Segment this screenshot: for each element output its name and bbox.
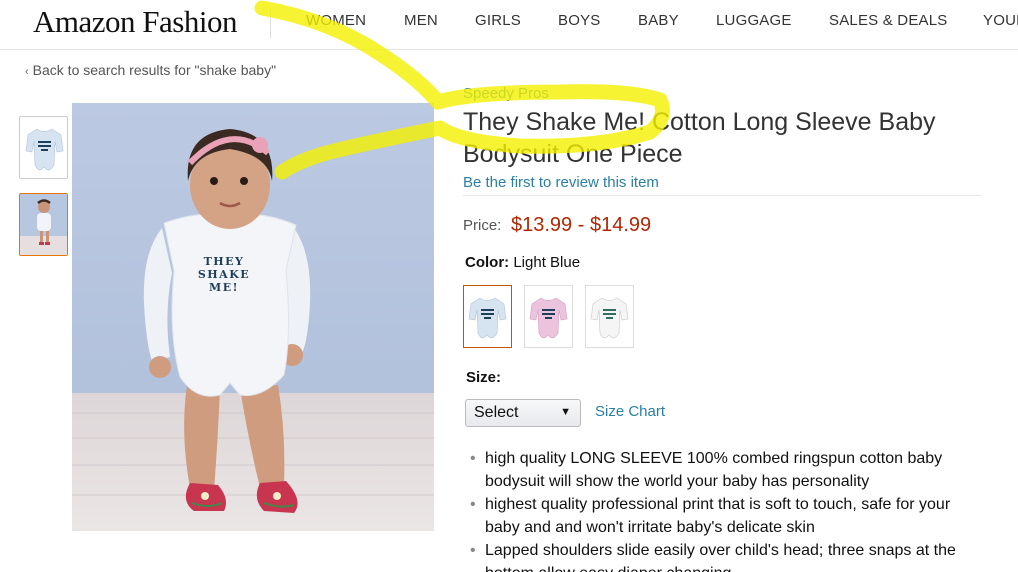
nav-your[interactable]: YOUR — [983, 12, 1018, 29]
onesie-swatch-white — [590, 297, 629, 339]
size-dropdown[interactable]: Select ▼ — [465, 399, 581, 427]
feature-bullets: high quality LONG SLEEVE 100% combed rin… — [470, 447, 980, 572]
product-title: They Shake Me! Cotton Long Sleeve Baby B… — [463, 108, 936, 168]
size-chart-link[interactable]: Size Chart — [595, 403, 665, 420]
nav-luggage[interactable]: LUGGAGE — [716, 12, 792, 29]
baby-in-onesie-photo — [72, 103, 434, 531]
size-dropdown-value: Select — [474, 404, 519, 421]
back-link-text: Back to search results for "shake baby" — [32, 62, 277, 78]
swatch-light-blue[interactable] — [463, 285, 512, 348]
feature-bullet: Lapped shoulders slide easily over child… — [470, 539, 980, 572]
top-nav-bar: Amazon Fashion WOMEN MEN GIRLS BOYS BABY… — [0, 0, 1018, 50]
brand-link[interactable]: Speedy Pros — [463, 85, 549, 102]
swatch-pink[interactable] — [524, 285, 573, 348]
price-value: $13.99 - $14.99 — [511, 214, 652, 236]
swatch-white[interactable] — [585, 285, 634, 348]
logo-divider — [270, 8, 271, 38]
thumbnail-baby-photo[interactable] — [19, 193, 68, 256]
chevron-left-icon: ‹ — [25, 66, 29, 78]
feature-bullet: high quality LONG SLEEVE 100% combed rin… — [470, 447, 980, 493]
price-label: Price: — [463, 217, 502, 234]
color-label: Color: — [465, 254, 510, 271]
amazon-fashion-logo[interactable]: Amazon Fashion — [33, 4, 237, 40]
nav-baby[interactable]: BABY — [638, 12, 679, 29]
baby-photo-thumbnail-image — [20, 194, 67, 255]
nav-men[interactable]: MEN — [404, 12, 438, 29]
shirt-print-text: THEY SHAKE ME! — [197, 255, 251, 294]
onesie-swatch-pink — [529, 297, 568, 339]
caret-down-icon: ▼ — [560, 406, 571, 418]
onesie-swatch-light-blue — [468, 297, 507, 339]
color-value: Light Blue — [513, 254, 581, 271]
nav-girls[interactable]: GIRLS — [475, 12, 521, 29]
color-selection-label: Color: Light Blue — [465, 254, 580, 271]
review-link[interactable]: Be the first to review this item — [463, 174, 659, 191]
nav-sales-deals[interactable]: SALES & DEALS — [829, 12, 948, 29]
nav-women[interactable]: WOMEN — [306, 12, 366, 29]
size-label: Size: — [466, 369, 502, 386]
divider — [463, 195, 981, 196]
onesie-thumbnail-image — [25, 128, 64, 171]
thumbnail-onesie[interactable] — [19, 116, 68, 179]
nav-boys[interactable]: BOYS — [558, 12, 600, 29]
feature-bullet: highest quality professional print that … — [470, 493, 980, 539]
main-product-image[interactable]: THEY SHAKE ME! — [72, 103, 434, 531]
back-to-results-link[interactable]: ‹ Back to search results for "shake baby" — [25, 62, 276, 78]
